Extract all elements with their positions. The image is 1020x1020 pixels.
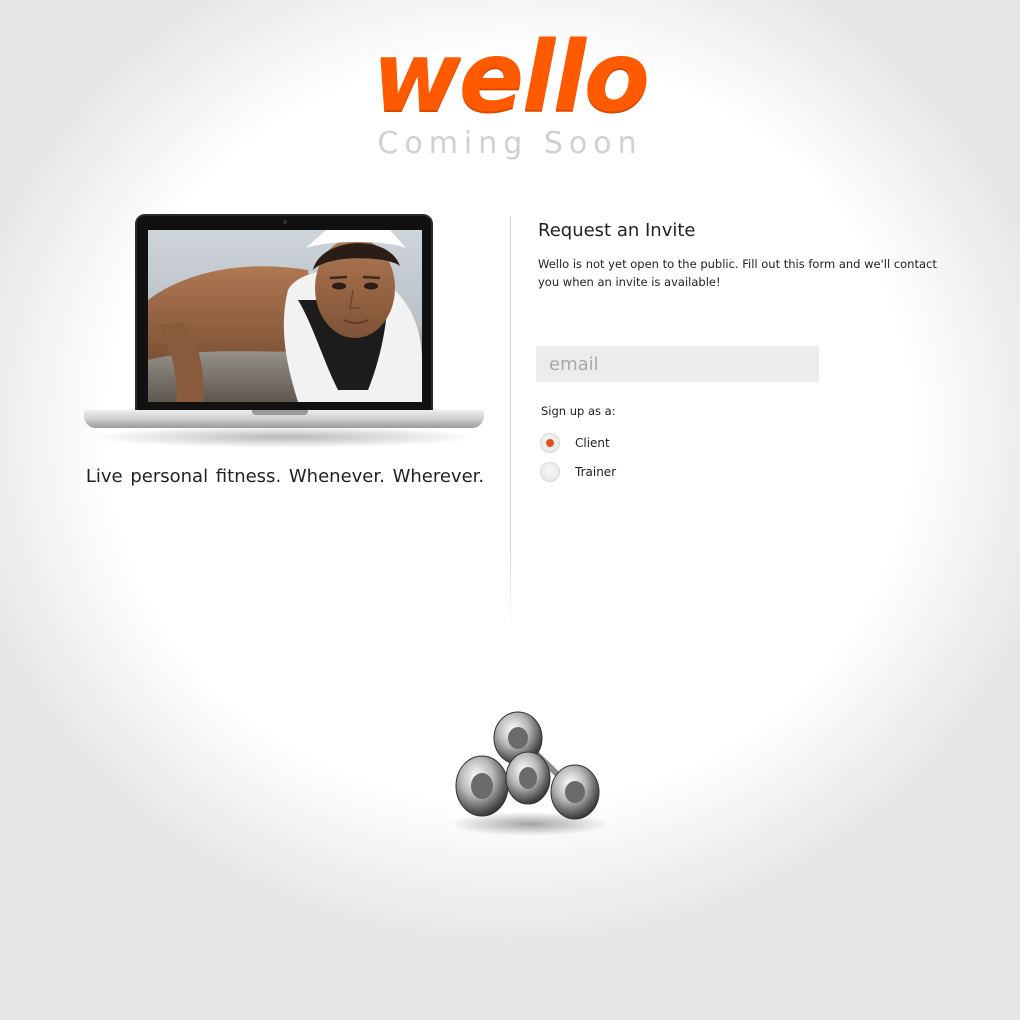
laptop-image xyxy=(78,214,488,454)
logo: wello xyxy=(0,22,1020,132)
laptop-shadow xyxy=(88,426,480,448)
laptop-camera xyxy=(283,220,287,224)
radio-option-client[interactable]: Client xyxy=(540,433,610,453)
fitness-photo xyxy=(148,230,422,402)
invite-form-description: Wello is not yet open to the public. Fil… xyxy=(538,257,937,289)
radio-option-trainer[interactable]: Trainer xyxy=(540,462,616,482)
client-radio-button[interactable] xyxy=(540,433,560,453)
coming-soon-subtitle: Coming Soon xyxy=(377,126,643,161)
tagline: Live personal fitness. Whenever. Whereve… xyxy=(85,466,485,487)
dumbbells-icon xyxy=(450,711,610,836)
email-input[interactable] xyxy=(536,346,819,382)
laptop-lid xyxy=(135,214,433,412)
logo-wordmark: wello xyxy=(372,21,650,133)
laptop-notch xyxy=(252,410,308,415)
vertical-divider xyxy=(510,216,511,630)
trainer-radio-button[interactable] xyxy=(540,462,560,482)
radio-selected-dot xyxy=(546,439,554,447)
trainer-radio-label: Trainer xyxy=(575,465,617,479)
laptop-screen-photo xyxy=(148,230,422,402)
invite-form-title: Request an Invite xyxy=(538,220,696,241)
signup-as-label: Sign up as a: xyxy=(541,404,616,418)
client-radio-label: Client xyxy=(575,436,610,450)
dumbbells-image xyxy=(440,706,620,840)
